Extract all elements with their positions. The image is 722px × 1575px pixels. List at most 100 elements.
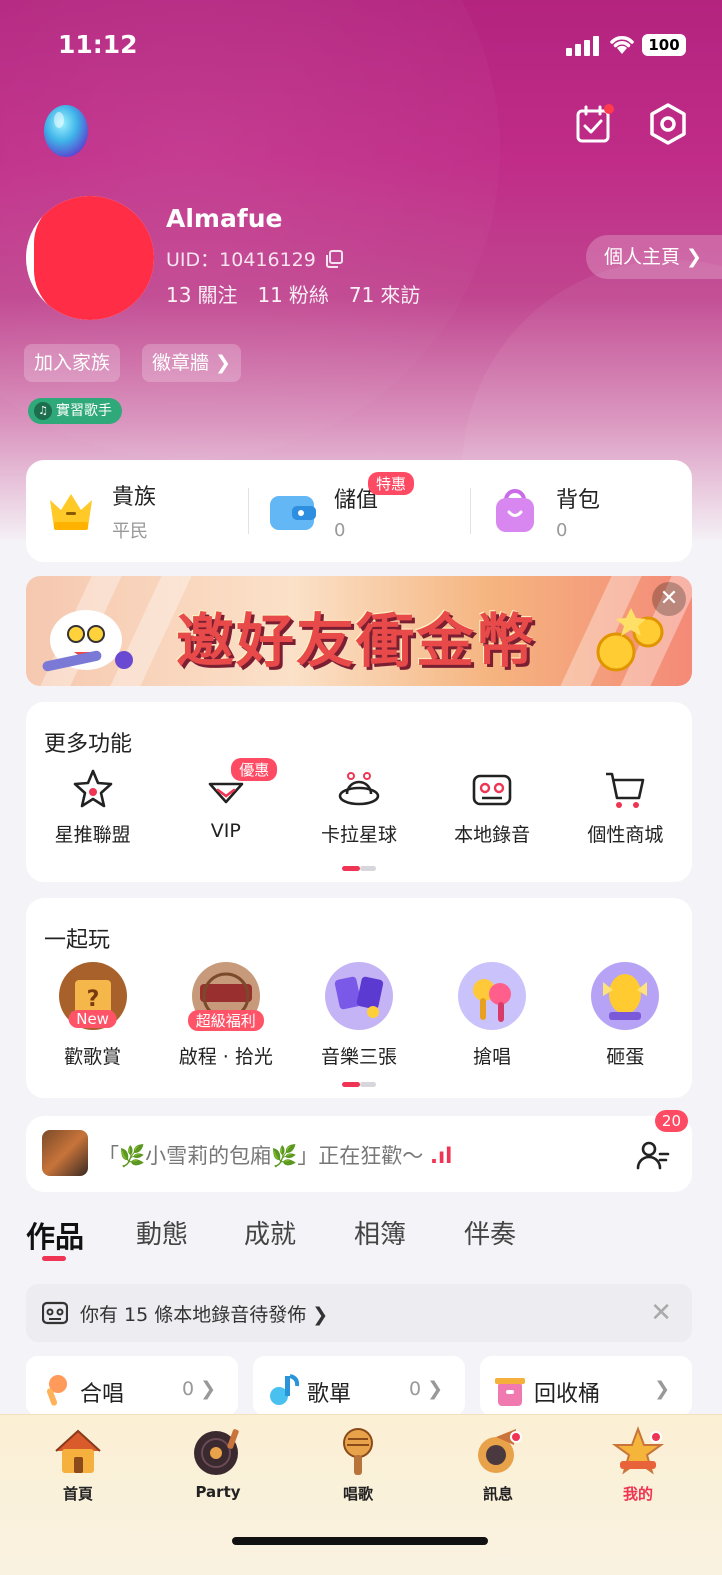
recycle-bin-arrow: ❯: [654, 1378, 670, 1400]
check-in-calendar-icon[interactable]: [574, 104, 614, 144]
leaf-icon: 🌿: [271, 1144, 298, 1168]
notice-close-button[interactable]: ✕: [650, 1298, 672, 1328]
cellular-signal-icon: [566, 34, 600, 56]
me-unread-dot: [650, 1431, 662, 1443]
music-cards-item[interactable]: 音樂三張: [292, 960, 425, 1069]
more-functions-title: 更多功能: [44, 732, 133, 757]
messages-unread-dot: [510, 1431, 522, 1443]
following-stat[interactable]: 13 關注: [166, 279, 237, 308]
nav-sing-label: 唱歌: [342, 1485, 373, 1503]
shopping-cart-icon: [606, 772, 645, 808]
nobility-title: 貴族: [112, 485, 157, 510]
backpack-item[interactable]: 背包 0: [470, 460, 692, 562]
special-offer-tag: 特惠: [368, 472, 415, 495]
chorus-count: 0 ❯: [181, 1378, 216, 1400]
battery-indicator: 100: [642, 34, 686, 56]
invite-friends-banner[interactable]: 邀好友衝金幣 ✕: [26, 576, 692, 686]
music-note-icon: ♫: [34, 402, 52, 420]
nav-party-label: Party: [195, 1483, 241, 1501]
banner-close-button[interactable]: ✕: [652, 582, 686, 616]
play-together-title: 一起玩: [44, 928, 111, 953]
nav-home[interactable]: 首頁: [28, 1425, 128, 1504]
play-together-pager: [342, 1082, 376, 1087]
tab-moments[interactable]: 動態: [136, 1214, 188, 1251]
topup-item[interactable]: 儲值 0 特惠: [248, 460, 470, 562]
homepage-button[interactable]: 個人主頁 ❯: [586, 235, 722, 279]
nav-party[interactable]: Party: [168, 1425, 268, 1501]
recycle-bin-icon: [495, 1378, 525, 1406]
content-tabs: 作品 動態 成就 相簿 伴奏: [26, 1214, 706, 1274]
nav-home-label: 首頁: [62, 1485, 93, 1503]
anniversary-item[interactable]: 超級福利 啟程 · 拾光: [159, 960, 292, 1069]
visits-stat[interactable]: 71 來訪: [349, 279, 420, 308]
party-room-name: 小雪莉的包廂: [145, 1144, 272, 1168]
grab-sing-label: 搶唱: [473, 1046, 512, 1068]
fans-stat[interactable]: 11 粉絲: [257, 279, 328, 308]
karaoke-planet-icon: [338, 772, 380, 806]
settings-icon[interactable]: [646, 102, 690, 146]
avatar-redaction: [34, 196, 154, 320]
nav-messages-label: 訊息: [482, 1485, 513, 1503]
star-alliance-icon: [73, 769, 112, 808]
mascot-icon: [42, 610, 133, 672]
playlist-card[interactable]: 歌單 0 ❯: [253, 1356, 465, 1416]
local-recording-icon: [472, 774, 512, 806]
smash-egg-item[interactable]: 砸蛋: [559, 960, 692, 1069]
nav-sing[interactable]: 唱歌: [308, 1425, 408, 1504]
more-functions-pager: [342, 866, 376, 871]
playlist-icon: [270, 1374, 300, 1405]
uid-row: UID：10416129: [166, 245, 344, 272]
badge-wall-button[interactable]: 徽章牆 ❯: [142, 344, 241, 382]
home-indicator[interactable]: [232, 1537, 488, 1545]
anniversary-label: 啟程 · 拾光: [178, 1046, 273, 1068]
follow-stats: 13 關注 11 粉絲 71 來訪: [166, 279, 420, 308]
chorus-card[interactable]: 合唱 0 ❯: [26, 1356, 238, 1416]
karaoke-planet-item[interactable]: 卡拉星球: [292, 768, 425, 847]
home-icon: [55, 1429, 101, 1473]
star-alliance-item[interactable]: 星推聯盟: [26, 768, 159, 847]
following-count-badge: 20: [654, 1110, 688, 1132]
theme-store-item[interactable]: 個性商城: [559, 768, 692, 847]
party-room-thumbnail: [42, 1130, 88, 1176]
backpack-icon: [496, 489, 534, 532]
avatar[interactable]: [26, 196, 154, 320]
topup-balance: 0: [334, 519, 346, 541]
active-tab-indicator: [42, 1256, 66, 1261]
singer-level-badge[interactable]: ♫ 實習歌手: [28, 398, 122, 424]
party-room-row[interactable]: 「🌿小雪莉的包廂🌿」正在狂歡～ .ıl 20: [26, 1110, 692, 1192]
vip-discount-tag: 優惠: [231, 758, 278, 781]
tab-works[interactable]: 作品: [26, 1214, 84, 1256]
nav-messages[interactable]: 訊息: [448, 1425, 548, 1504]
song-reward-item[interactable]: ? New 歡歌賞: [26, 960, 159, 1069]
profile-header: 11:12 100 Almafue UID：10416129 13 關注 11 …: [0, 0, 722, 540]
wifi-icon: [610, 36, 634, 54]
chorus-icon: [46, 1375, 67, 1406]
pending-recordings-text: 你有 15 條本地錄音待發佈 ❯: [80, 1304, 329, 1326]
more-functions-card: 更多功能 星推聯盟 VIP 優惠 卡拉星球 本地錄音 個性商城: [26, 702, 692, 882]
grab-sing-item[interactable]: 搶唱: [426, 960, 559, 1069]
join-family-button[interactable]: 加入家族: [24, 344, 121, 382]
grab-sing-icon: [458, 962, 527, 1030]
cassette-icon: [42, 1301, 68, 1325]
nav-me[interactable]: 我的: [588, 1425, 688, 1504]
following-list-icon[interactable]: [636, 1138, 670, 1172]
playlist-count: 0 ❯: [408, 1378, 443, 1400]
tab-achievements[interactable]: 成就: [244, 1214, 296, 1251]
local-recording-item[interactable]: 本地錄音: [426, 768, 559, 847]
recycle-bin-card[interactable]: 回收桶 ❯: [480, 1356, 692, 1416]
tab-accompaniment[interactable]: 伴奏: [464, 1214, 516, 1251]
egg-pet-icon[interactable]: [42, 100, 90, 158]
nobility-item[interactable]: 貴族 平民: [26, 460, 248, 562]
copy-icon[interactable]: [324, 249, 344, 269]
pending-recordings-notice[interactable]: 你有 15 條本地錄音待發佈 ❯ ✕: [26, 1284, 692, 1342]
vip-item[interactable]: VIP 優惠: [159, 758, 292, 847]
play-together-row: ? New 歡歌賞 超級福利 啟程 · 拾光 音樂三張 搶唱 砸蛋: [26, 960, 692, 1069]
star-alliance-label: 星推聯盟: [54, 824, 131, 846]
singer-level-label: 實習歌手: [56, 403, 112, 419]
status-bar: 11:12 100: [0, 0, 722, 90]
live-bars-icon: .ıl: [430, 1144, 453, 1168]
nobility-level: 平民: [112, 521, 148, 542]
microphone-icon: [343, 1428, 373, 1475]
tab-album[interactable]: 相簿: [354, 1214, 406, 1251]
smash-egg-icon: [591, 962, 660, 1030]
